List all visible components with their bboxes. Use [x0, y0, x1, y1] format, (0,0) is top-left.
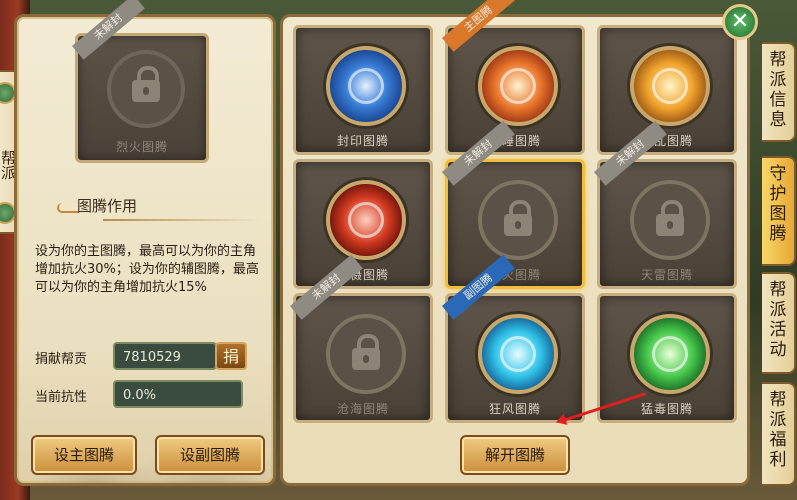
selected-totem-slot: 未解封 烈火图腾 [72, 0, 209, 163]
totem-grid-panel: 封印图腾 主图腾 昏睡图腾 混乱图腾 震慑图腾 未解封 烈火图腾 未解封 天雷图… [280, 0, 750, 486]
resistance-value: 0.0% [113, 380, 243, 408]
unlock-totem-button[interactable]: 解开图腾 [460, 435, 570, 475]
totem-slot-seal[interactable]: 封印图腾 [293, 25, 433, 155]
whirlwind-emblem-icon [478, 314, 558, 394]
totem-emblem [326, 314, 406, 394]
totem-slot-sleep[interactable]: 主图腾 昏睡图腾 [442, 0, 585, 155]
totem-slot-thunder[interactable]: 未解封 天雷图腾 [594, 120, 737, 289]
poison-emblem-icon [630, 314, 710, 394]
resistance-label: 当前抗性 [35, 390, 88, 405]
totem-name: 沧海图腾 [336, 402, 389, 416]
tab-guardian-totem[interactable]: 守护图腾 [762, 156, 796, 266]
close-icon[interactable]: ✕ [722, 4, 758, 40]
totem-slot-chaos[interactable]: 混乱图腾 [597, 25, 737, 155]
lock-icon [352, 334, 380, 370]
totem-slot-fear[interactable]: 震慑图腾 [293, 159, 433, 289]
spiral-sleep-emblem-icon [478, 46, 558, 126]
selected-totem-name: 烈火图腾 [115, 140, 168, 154]
totem-slot-fire[interactable]: 未解封 烈火图腾 [442, 120, 585, 289]
totem-emblem [630, 180, 710, 260]
totem-name: 烈火图腾 [488, 268, 541, 282]
set-main-totem-button[interactable]: 设主图腾 [31, 435, 137, 475]
totem-slot-wind[interactable]: 副图腾 狂风图腾 [442, 254, 585, 423]
skull-fear-emblem-icon [326, 180, 406, 260]
contribution-value: 7810529 [113, 342, 217, 370]
cloud-swirl-icon [57, 203, 79, 213]
totem-name: 震慑图腾 [336, 268, 389, 282]
donate-button[interactable]: 捐 [215, 342, 247, 370]
totem-detail-panel: 未解封 烈火图腾 图腾作用 设为你的主图腾，最高可以为你的主角增加抗火30%；设… [14, 0, 276, 486]
totem-emblem [107, 50, 185, 128]
totem-name: 昏睡图腾 [488, 134, 541, 148]
tab-guild-activity[interactable]: 帮派活动 [762, 272, 796, 374]
lock-icon [132, 66, 160, 102]
totem-emblem [478, 180, 558, 260]
set-sub-totem-button[interactable]: 设副图腾 [155, 435, 265, 475]
totem-name: 混乱图腾 [640, 134, 693, 148]
spiderweb-emblem-icon [326, 46, 406, 126]
tab-guild-info[interactable]: 帮派信息 [762, 42, 796, 142]
totem-name: 天雷图腾 [640, 268, 693, 282]
title-divider [103, 219, 263, 221]
knot-chaos-emblem-icon [630, 46, 710, 126]
section-title: 图腾作用 [77, 197, 138, 215]
totem-description: 设为你的主图腾，最高可以为你的主角增加抗火30%；设为你的辅图腾，最高可以为你的… [35, 244, 259, 295]
lock-icon [656, 200, 684, 236]
totem-name: 封印图腾 [336, 134, 389, 148]
lock-icon [504, 200, 532, 236]
contribution-label: 捐献帮贡 [35, 352, 88, 367]
tab-guild-welfare[interactable]: 帮派福利 [762, 382, 796, 486]
totem-slot-sea[interactable]: 未解封 沧海图腾 [290, 254, 433, 423]
